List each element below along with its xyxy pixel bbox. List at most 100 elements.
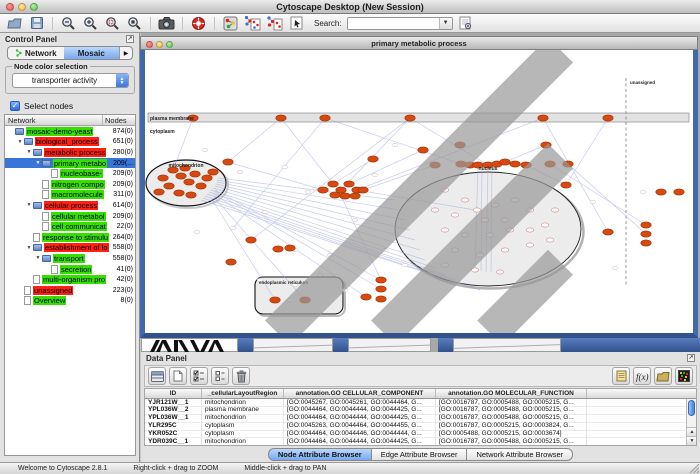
tree-expand-arrow[interactable]: ▼ bbox=[25, 202, 33, 208]
attribute-matrix-button[interactable] bbox=[675, 367, 693, 385]
table-cell: [GO:0044464, GO:0044444, GO:0044425, G..… bbox=[284, 414, 436, 422]
new-attribute-button[interactable] bbox=[169, 367, 187, 385]
tree-row[interactable]: ▼biological_process651(0) bbox=[5, 137, 135, 148]
minimize-button[interactable] bbox=[18, 3, 26, 11]
zoom-out-button[interactable] bbox=[59, 15, 78, 32]
tree-row[interactable]: nitrogen compo209(0) bbox=[5, 179, 135, 190]
tree-row[interactable]: cell communicat22(0) bbox=[5, 221, 135, 232]
tree-row-node-count: 41(0) bbox=[117, 266, 135, 273]
tab-mosaic[interactable]: Mosaic bbox=[64, 47, 120, 59]
save-session-button[interactable] bbox=[27, 15, 46, 32]
frame-resize-grip[interactable] bbox=[145, 50, 693, 333]
frame-close-button[interactable] bbox=[146, 41, 153, 48]
search-input[interactable] bbox=[348, 18, 439, 29]
tree-row[interactable]: ▼establishment of lo558(0) bbox=[5, 243, 135, 254]
node-color-select[interactable]: transporter activity ▲▼ bbox=[12, 73, 129, 88]
scrollbar-thumb[interactable] bbox=[688, 400, 695, 416]
tree-row[interactable]: nucleobase-209(0) bbox=[5, 168, 135, 179]
export-network-button[interactable] bbox=[265, 15, 284, 32]
tree-row[interactable]: macromolecule311(0) bbox=[5, 190, 135, 201]
tree-row[interactable]: mosaic-demo-yeast874(0) bbox=[5, 126, 135, 137]
notes-button[interactable] bbox=[612, 367, 630, 385]
control-panel-tabs: Network Mosaic ▶ bbox=[7, 46, 133, 60]
select-nodes-checkbox[interactable]: ✓ bbox=[10, 101, 20, 111]
folder-icon bbox=[33, 244, 42, 251]
table-column-header[interactable]: _cellularLayoutRegion bbox=[202, 389, 284, 398]
import-attributes-button[interactable] bbox=[654, 367, 672, 385]
table-column-header[interactable]: ID bbox=[145, 389, 202, 398]
table-cell: YDR039C__1 bbox=[145, 438, 202, 446]
select-attributes-button[interactable] bbox=[190, 367, 208, 385]
table-column-header[interactable] bbox=[587, 389, 696, 398]
tree-row[interactable]: ▼primary metabo209(... bbox=[5, 158, 135, 169]
frame-zoom-button[interactable] bbox=[166, 41, 173, 48]
delete-attribute-button[interactable] bbox=[232, 367, 250, 385]
search-options-button[interactable] bbox=[456, 15, 475, 32]
tree-row[interactable]: ▼transport558(0) bbox=[5, 253, 135, 264]
tree-row[interactable]: unassigned223(0) bbox=[5, 285, 135, 296]
tree-expand-arrow[interactable]: ▼ bbox=[25, 149, 33, 155]
tree-row[interactable]: ▼metabolic process280(0) bbox=[5, 147, 135, 158]
background-frame-fragment[interactable] bbox=[253, 338, 333, 352]
tree-row-node-count: 42(0) bbox=[117, 276, 135, 283]
frame-minimize-button[interactable] bbox=[156, 41, 163, 48]
tab-network[interactable]: Network bbox=[8, 47, 64, 59]
network-file-icon bbox=[42, 190, 49, 199]
tree-expand-arrow[interactable]: ▼ bbox=[16, 139, 24, 145]
background-frame-fragment[interactable] bbox=[453, 338, 561, 352]
tree-row[interactable]: cellular metabol209(0) bbox=[5, 211, 135, 222]
table-cell: cytoplasm bbox=[202, 422, 284, 430]
tree-row[interactable]: ▼cellular process614(0) bbox=[5, 200, 135, 211]
toolbar-separator bbox=[214, 17, 215, 30]
open-session-button[interactable] bbox=[5, 15, 24, 32]
background-frame-fragment[interactable] bbox=[141, 338, 238, 352]
network-view-frame: primary metabolic process plasma membran… bbox=[140, 36, 698, 338]
network-file-icon bbox=[24, 296, 31, 305]
table-column-header[interactable]: annotation.GO CELLULAR_COMPONENT bbox=[284, 389, 436, 398]
zoom-fit-button[interactable] bbox=[125, 15, 144, 32]
tree-row[interactable]: Overview8(0) bbox=[5, 296, 135, 307]
tree-expand-arrow[interactable]: ▼ bbox=[34, 160, 42, 166]
zoom-in-icon bbox=[83, 16, 98, 31]
attribute-browser-tab[interactable]: Node Attribute Browser bbox=[268, 448, 372, 461]
background-frame-fragment[interactable] bbox=[348, 338, 431, 352]
attribute-list-button[interactable] bbox=[211, 367, 229, 385]
zoom-window-button[interactable] bbox=[30, 3, 38, 11]
attribute-table-button[interactable] bbox=[148, 367, 166, 385]
tree-expand-arrow[interactable]: ▼ bbox=[34, 255, 42, 261]
attribute-browser-tab[interactable]: Network Attribute Browser bbox=[467, 448, 573, 461]
tree-row-node-count: 651(0) bbox=[113, 138, 135, 145]
search-dropdown-arrow[interactable]: ▼ bbox=[439, 18, 452, 29]
function-builder-button[interactable]: f(x) bbox=[633, 367, 651, 385]
tree-row[interactable]: response to stimulu264(0) bbox=[5, 232, 135, 243]
attribute-browser-tab[interactable]: Edge Attribute Browser bbox=[372, 448, 468, 461]
tree-row[interactable]: multi-organism pro42(0) bbox=[5, 274, 135, 285]
background-frame-border bbox=[438, 338, 453, 352]
table-row[interactable]: YDR039C__1mitochondrion[GO:0044464, GO:0… bbox=[145, 438, 696, 446]
scroll-down-button[interactable]: ▼ bbox=[687, 436, 697, 445]
network-frame-titlebar[interactable]: primary metabolic process bbox=[140, 36, 698, 50]
zoom-selected-button[interactable] bbox=[103, 15, 122, 32]
snapshot-button[interactable] bbox=[157, 15, 176, 32]
table-cell: [GO:0016787, GO:0005215, GO:0003824, G..… bbox=[436, 422, 587, 430]
float-panel-icon[interactable]: ↗ bbox=[687, 354, 695, 362]
help-button[interactable] bbox=[189, 15, 208, 32]
float-panel-icon[interactable]: ↗ bbox=[126, 35, 134, 43]
folder-icon bbox=[15, 128, 24, 135]
scroll-up-button[interactable]: ▲ bbox=[687, 427, 697, 436]
tree-column-nodes[interactable]: Nodes bbox=[103, 116, 135, 125]
tree-row[interactable]: secretion41(0) bbox=[5, 264, 135, 275]
import-network-button[interactable] bbox=[243, 15, 262, 32]
close-button[interactable] bbox=[6, 3, 14, 11]
window-resize-grip[interactable] bbox=[690, 464, 699, 473]
table-cell: [GO:0045263, GO:0044464, GO:0044455, G..… bbox=[284, 422, 436, 430]
tree-expand-arrow[interactable]: ▼ bbox=[25, 245, 33, 251]
annotation-button[interactable] bbox=[287, 15, 306, 32]
table-scrollbar[interactable]: ▲ ▼ bbox=[686, 399, 696, 445]
tab-overflow-arrow[interactable]: ▶ bbox=[119, 47, 132, 59]
vizmapper-button[interactable] bbox=[221, 15, 240, 32]
zoom-in-button[interactable] bbox=[81, 15, 100, 32]
tree-column-network[interactable]: Network bbox=[5, 115, 103, 125]
network-canvas[interactable]: plasma membranecytoplasmmitochondrionnuc… bbox=[140, 50, 698, 338]
table-column-header[interactable]: annotation.GO MOLECULAR_FUNCTION bbox=[436, 389, 587, 398]
